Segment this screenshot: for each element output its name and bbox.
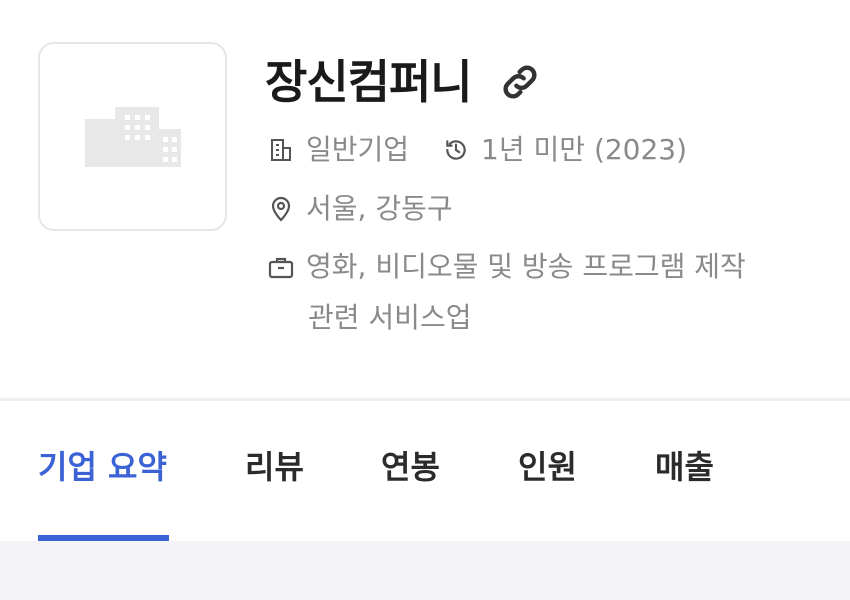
company-location-row: 서울, 강동구 [268,189,453,229]
company-industry-row: 영화, 비디오물 및 방송 프로그램 제작 [268,247,746,287]
tab-headcount[interactable]: 인원 [518,447,577,487]
briefcase-icon [268,254,294,280]
company-industry-row-continued: 관련 서비스업 [308,298,471,338]
company-type: 일반기업 [306,133,410,166]
company-header: 장신컴퍼니 [265,52,542,112]
company-page: 장신컴퍼니 일반기업 1년 미만 (2023) 서울, 강동구 영화, 비디오물… [0,0,850,600]
content-background [0,541,850,600]
tab-summary[interactable]: 기업 요약 [38,447,167,487]
company-name: 장신컴퍼니 [265,55,473,109]
company-industry-continued: 관련 서비스업 [308,301,472,334]
company-logo [38,42,227,231]
map-pin-icon [268,196,294,222]
building-placeholder-icon [84,106,181,167]
clock-history-icon [443,137,469,163]
tab-reviews[interactable]: 리뷰 [245,447,304,487]
building-icon [268,137,294,163]
company-age: 1년 미만 (2023) [481,133,688,166]
tab-salary[interactable]: 연봉 [381,447,440,487]
tab-revenue[interactable]: 매출 [655,447,714,487]
link-icon[interactable] [498,60,542,104]
company-meta-row: 일반기업 1년 미만 (2023) [268,130,687,170]
company-tabs: 기업 요약 리뷰 연봉 인원 매출 [0,401,850,541]
company-industry: 영화, 비디오물 및 방송 프로그램 제작 [306,250,746,283]
company-location: 서울, 강동구 [306,192,453,225]
